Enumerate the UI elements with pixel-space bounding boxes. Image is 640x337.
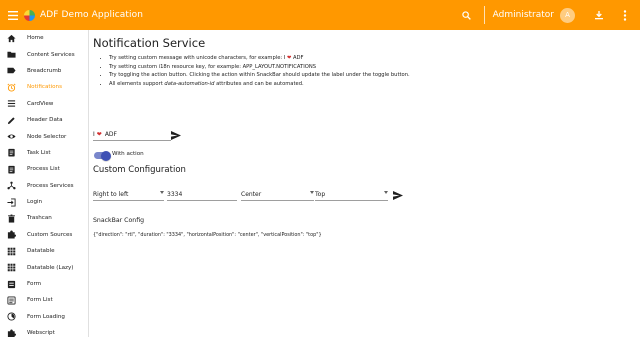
instruction-item: Try setting custom message with unicode … [109,54,410,63]
sidebar-item-label: Node Selector [27,133,67,140]
sidebar-item-process-services[interactable]: Process Services [0,178,88,194]
app-title: ADF Demo Application [40,10,144,20]
snackbar-config-json: {"direction": "rtl", "duration": "3334",… [93,232,322,238]
vertical-position-select[interactable]: Top [315,188,388,201]
sidebar-item-label: Home [27,35,44,42]
alarm-icon [7,83,16,92]
search-icon[interactable] [460,8,474,22]
header-divider [483,6,485,24]
message-input[interactable]: I ❤ ADF [93,129,171,141]
menu-icon[interactable] [5,8,21,22]
assignment-icon [7,148,16,157]
more-vert-icon[interactable] [618,8,632,22]
sidebar-item-label: Form [27,281,42,288]
sidebar-item-label: Trashcan [27,215,52,222]
direction-select[interactable]: Right to left [93,188,164,201]
chevron-down-icon [384,191,388,194]
grid-icon [7,263,16,272]
extension-icon [7,230,16,239]
sidebar-item-label: Login [27,199,43,206]
sidebar-item-label: Form List [27,297,53,304]
sidebar-item-datatable[interactable]: Datatable [0,243,88,259]
sidebar-item-node-selector[interactable]: Node Selector [0,128,88,144]
sidebar-item-home[interactable]: Home [0,30,88,46]
sidebar-item-content-services[interactable]: Content Services [0,46,88,62]
login-icon [7,198,16,207]
eye-icon [7,132,16,141]
username[interactable]: Administrator [493,10,554,20]
sidebar-item-notifications[interactable]: Notifications [0,79,88,95]
edit-icon [7,116,16,125]
sidebar-item-form[interactable]: Form [0,276,88,292]
chevron-down-icon [310,191,314,194]
sidebar-item-label: Webscript [27,330,55,337]
label-icon [7,66,16,75]
sidebar-item-label: Datatable (Lazy) [27,264,74,271]
sidebar-item-custom-sources[interactable]: Custom Sources [0,227,88,243]
page-title: Notification Service [93,36,206,50]
view-headline-icon [7,99,16,108]
chevron-down-icon [160,191,164,194]
sidebar-item-label: Form Loading [27,313,65,320]
assignment-icon [7,165,16,174]
sidebar-item-form-list[interactable]: Form List [0,292,88,308]
sidebar-item-label: Datatable [27,248,55,255]
download-icon[interactable] [592,8,606,22]
instruction-item: All elements support data-automation-id … [109,80,410,89]
snackbar-config-title: SnackBar Config [93,217,145,224]
heart-icon: ❤ [96,131,102,138]
sidebar-item-form-loading[interactable]: Form Loading [0,309,88,325]
custom-configuration-title: Custom Configuration [93,165,186,175]
timelapse-icon [7,312,16,321]
heart-icon: ❤ [286,55,292,61]
form-icon [7,280,16,289]
sidebar-item-cardview[interactable]: CardView [0,96,88,112]
sidebar-item-label: Notifications [27,84,63,91]
extension-icon [7,329,16,337]
sidebar-item-login[interactable]: Login [0,194,88,210]
list-icon [7,296,16,305]
sidebar-item-label: Header Data [27,117,63,124]
horizontal-position-select[interactable]: Center [241,188,314,201]
grid-icon [7,247,16,256]
sidebar-item-label: Task List [27,149,51,156]
sidebar-item-header-data[interactable]: Header Data [0,112,88,128]
avatar[interactable]: A [560,7,575,23]
sidebar-item-task-list[interactable]: Task List [0,145,88,161]
instructions-list: Try setting custom message with unicode … [105,54,410,89]
sidebar-item-label: Content Services [27,51,75,58]
action-toggle[interactable] [94,150,111,161]
duration-input[interactable]: 3334 [167,188,237,201]
instruction-item: Try toggling the action button. Clicking… [109,71,410,80]
sidebar-item-process-list[interactable]: Process List [0,161,88,177]
app-header: ADF Demo Application Administrator A [0,0,640,30]
send-config-icon[interactable] [393,190,403,200]
app-logo [24,9,35,21]
sidebar-item-trashcan[interactable]: Trashcan [0,210,88,226]
folder-icon [7,50,16,59]
sidebar-item-datatable-lazy[interactable]: Datatable (Lazy) [0,259,88,275]
sidebar-item-label: Breadcrumb [27,67,62,74]
sidebar-item-webscript[interactable]: Webscript [0,325,88,337]
sidebar-item-breadcrumb[interactable]: Breadcrumb [0,63,88,79]
sidebar: Home Content Services Breadcrumb Notificati… [0,30,89,337]
sidebar-item-label: Process List [27,166,60,173]
home-icon [7,34,16,43]
toggle-label: With action [112,151,144,157]
sidebar-item-label: CardView [27,100,54,107]
main-content: Notification Service Try setting custom … [93,30,633,337]
delete-icon [7,214,16,223]
device-hub-icon [7,181,16,190]
sidebar-item-label: Process Services [27,182,74,189]
sidebar-item-label: Custom Sources [27,231,73,238]
send-icon[interactable] [171,130,181,140]
instruction-item: Try setting custom i18n resource key, fo… [109,63,410,72]
